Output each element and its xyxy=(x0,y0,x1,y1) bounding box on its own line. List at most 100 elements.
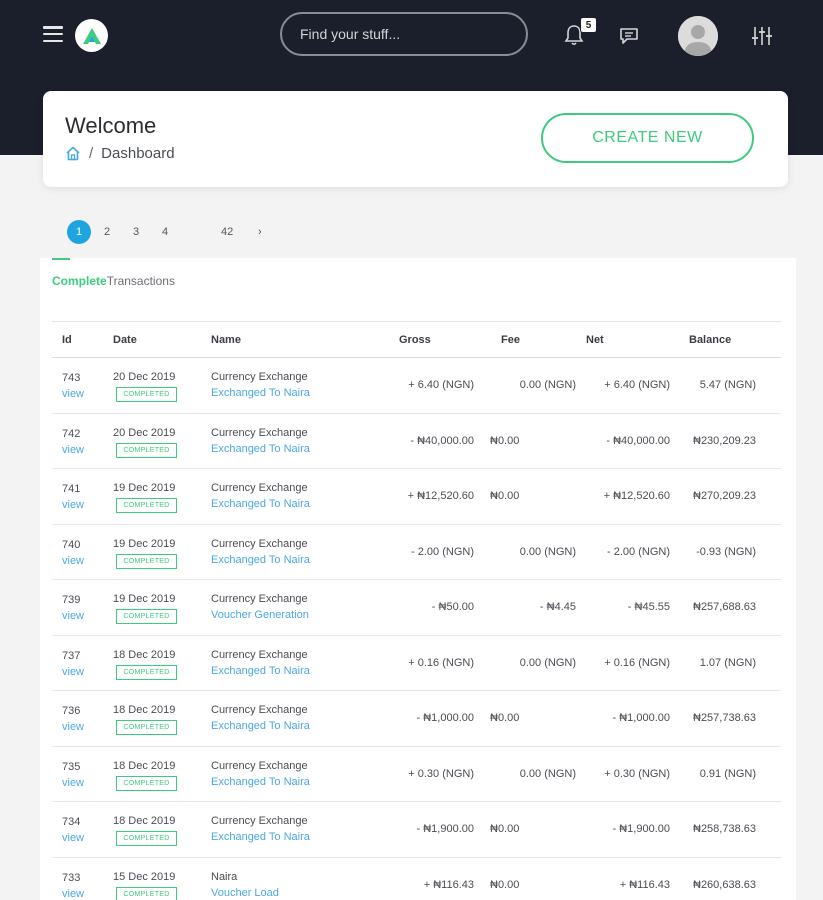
search-input[interactable] xyxy=(300,26,508,42)
breadcrumb-dashboard[interactable]: Dashboard xyxy=(101,145,174,162)
row-subtitle-link[interactable]: Exchanged To Naira xyxy=(211,498,310,510)
next-page-icon[interactable]: › xyxy=(258,220,262,244)
panel-title: CompleteTransactions xyxy=(52,274,175,288)
view-link[interactable]: view xyxy=(62,777,84,789)
status-badge: COMPLETED xyxy=(116,609,177,624)
row-id: 739 xyxy=(62,594,81,606)
col-name: Name xyxy=(211,334,241,346)
app-logo[interactable] xyxy=(75,19,108,52)
status-badge: COMPLETED xyxy=(116,442,177,458)
row-gross: + 6.40 (NGN) xyxy=(408,379,474,391)
row-fee: 0.00 (NGN) xyxy=(519,379,576,391)
row-fee: ₦0.00 xyxy=(490,823,520,835)
row-date: 20 Dec 2019 xyxy=(113,426,176,439)
panel-title-rest: Transactions xyxy=(106,274,175,288)
table-row: 737 view 18 Dec 2019 COMPLETED Currency Exch… xyxy=(52,636,781,691)
row-subtitle-link[interactable]: Voucher Load xyxy=(211,887,279,899)
search-box[interactable] xyxy=(280,12,528,56)
row-name: Currency Exchange xyxy=(211,593,308,605)
hamburger-menu-icon[interactable] xyxy=(43,26,63,42)
breadcrumb: / Dashboard xyxy=(65,145,175,162)
row-subtitle-link[interactable]: Exchanged To Naira xyxy=(211,443,310,455)
row-balance: 5.47 (NGN) xyxy=(699,379,756,391)
col-net: Net xyxy=(586,334,604,346)
row-net: - ₦1,900.00 xyxy=(612,823,670,835)
status-badge: COMPLETED xyxy=(116,664,177,680)
row-name: Currency Exchange xyxy=(211,815,308,827)
row-net: - ₦45.55 xyxy=(627,601,670,613)
row-gross: - ₦1,000.00 xyxy=(416,712,474,724)
table-row: 741 view 19 Dec 2019 COMPLETED Currency Exch… xyxy=(52,469,781,525)
row-net: + 0.30 (NGN) xyxy=(604,767,670,780)
row-balance: ₦260,638.63 xyxy=(693,878,756,891)
page-2[interactable]: 2 xyxy=(104,220,110,244)
logo-icon xyxy=(82,27,101,44)
row-fee: 0.00 (NGN) xyxy=(519,545,576,558)
row-id: 734 xyxy=(62,816,81,828)
row-balance: ₦258,738.63 xyxy=(693,823,756,835)
row-gross: - ₦50.00 xyxy=(431,601,474,613)
row-gross: - ₦40,000.00 xyxy=(410,434,474,447)
row-balance: 0.91 (NGN) xyxy=(699,767,756,780)
view-link[interactable]: view xyxy=(62,555,84,567)
row-subtitle-link[interactable]: Exchanged To Naira xyxy=(211,720,310,732)
row-fee: 0.00 (NGN) xyxy=(519,767,576,780)
row-balance: ₦257,738.63 xyxy=(693,712,756,724)
page-42[interactable]: 42 xyxy=(221,220,233,244)
table-row: 739 view 19 Dec 2019 COMPLETED Currency Exch… xyxy=(52,580,781,636)
row-subtitle-link[interactable]: Exchanged To Naira xyxy=(211,387,310,399)
view-link[interactable]: view xyxy=(62,388,84,400)
row-subtitle-link[interactable]: Exchanged To Naira xyxy=(211,665,310,677)
row-net: + 6.40 (NGN) xyxy=(604,379,670,391)
row-gross: + 0.16 (NGN) xyxy=(408,656,474,669)
row-subtitle-link[interactable]: Exchanged To Naira xyxy=(211,831,310,843)
row-subtitle-link[interactable]: Exchanged To Naira xyxy=(211,554,310,566)
page-4[interactable]: 4 xyxy=(162,220,168,244)
page-1[interactable]: 1 xyxy=(67,220,91,244)
panel-title-highlight: Complete xyxy=(52,274,107,288)
view-link[interactable]: view xyxy=(62,888,84,900)
row-id: 742 xyxy=(62,427,81,440)
status-badge: COMPLETED xyxy=(116,720,177,735)
status-badge: COMPLETED xyxy=(116,387,177,402)
row-subtitle-link[interactable]: Exchanged To Naira xyxy=(211,776,310,788)
view-link[interactable]: view xyxy=(62,666,84,678)
row-gross: - 2.00 (NGN) xyxy=(411,545,474,558)
page-3[interactable]: 3 xyxy=(133,220,139,244)
row-id: 733 xyxy=(62,871,81,884)
view-link[interactable]: view xyxy=(62,721,84,733)
row-name: Naira xyxy=(211,870,238,883)
table-row: 735 view 18 Dec 2019 COMPLETED Currency Exch… xyxy=(52,747,781,802)
view-link[interactable]: view xyxy=(62,832,84,844)
avatar[interactable] xyxy=(678,16,718,56)
row-gross: + ₦12,520.60 xyxy=(407,490,474,502)
chat-icon[interactable] xyxy=(619,27,639,45)
row-name: Currency Exchange xyxy=(211,648,308,661)
notification-badge: 5 xyxy=(580,17,597,33)
row-gross: - ₦1,900.00 xyxy=(416,823,474,835)
settings-sliders-icon[interactable] xyxy=(751,25,773,47)
row-fee: ₦0.00 xyxy=(490,878,520,891)
view-link[interactable]: view xyxy=(62,499,84,511)
row-name: Currency Exchange xyxy=(211,371,308,383)
col-date: Date xyxy=(113,334,137,346)
row-id: 743 xyxy=(62,372,81,384)
row-date: 18 Dec 2019 xyxy=(113,648,176,661)
row-date: 20 Dec 2019 xyxy=(113,371,176,383)
row-fee: ₦0.00 xyxy=(490,434,520,447)
row-name: Currency Exchange xyxy=(211,759,308,772)
row-id: 737 xyxy=(62,649,81,662)
create-new-button[interactable]: CREATE NEW xyxy=(541,113,754,163)
row-date: 18 Dec 2019 xyxy=(113,759,176,772)
row-id: 741 xyxy=(62,483,81,495)
row-date: 15 Dec 2019 xyxy=(113,870,176,883)
table-row: 733 view 15 Dec 2019 COMPLETED Naira Voucher … xyxy=(52,858,781,900)
row-gross: + 0.30 (NGN) xyxy=(408,767,474,780)
home-icon[interactable] xyxy=(65,146,81,161)
view-link[interactable]: view xyxy=(62,444,84,456)
row-id: 740 xyxy=(62,538,81,551)
row-subtitle-link[interactable]: Voucher Generation xyxy=(211,609,309,621)
view-link[interactable]: view xyxy=(62,610,84,622)
status-badge: COMPLETED xyxy=(116,831,177,846)
table-row: 742 view 20 Dec 2019 COMPLETED Currency Exch… xyxy=(52,414,781,469)
